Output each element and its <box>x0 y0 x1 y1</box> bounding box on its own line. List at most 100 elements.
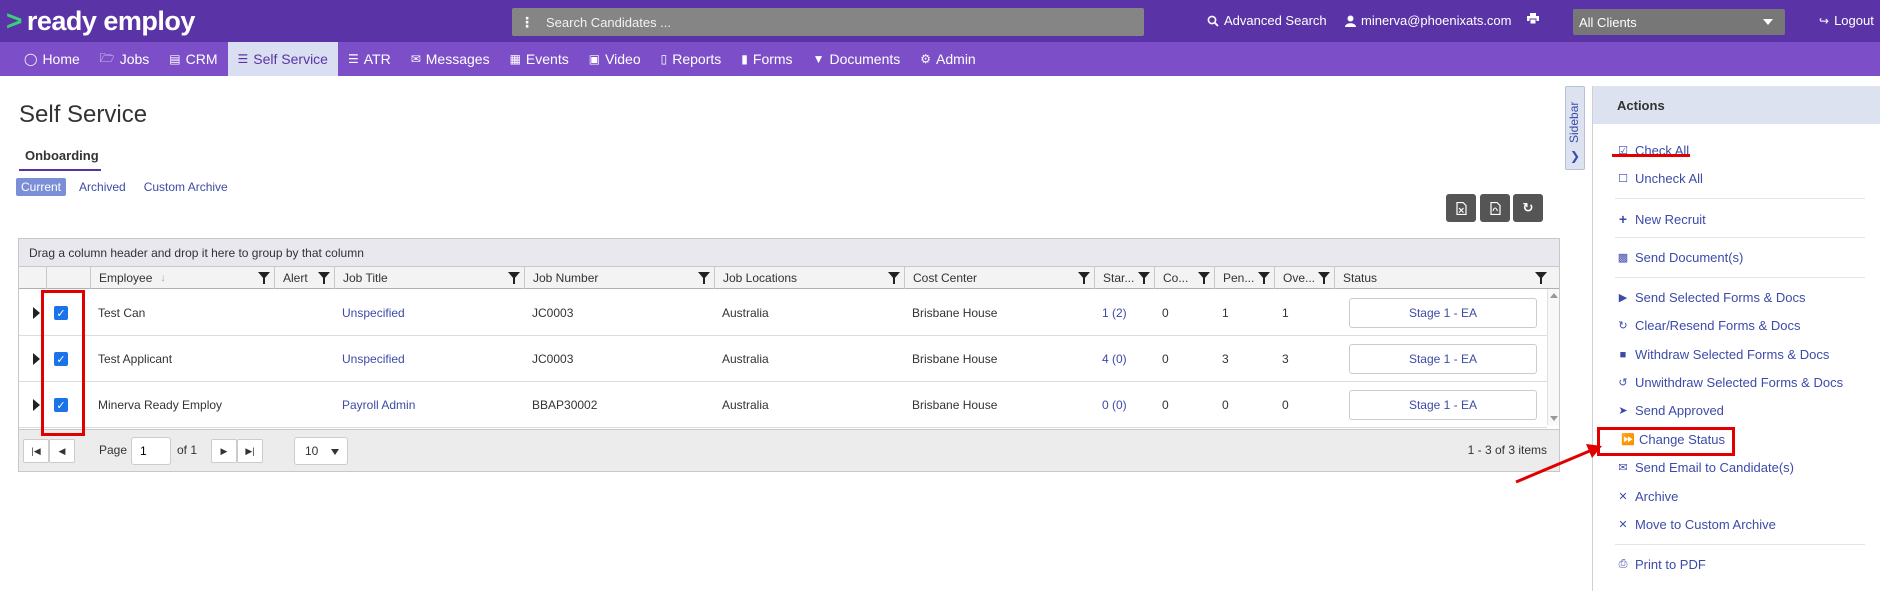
action-move-custom-archive[interactable]: ✕ Move to Custom Archive <box>1617 517 1776 532</box>
filter-icon[interactable] <box>1535 272 1547 284</box>
last-page-button[interactable]: ▶| <box>237 439 263 463</box>
header-job-locations[interactable]: Job Locations <box>714 267 904 289</box>
cell-job-number: JC0003 <box>532 306 574 320</box>
action-send-selected-forms[interactable]: ▶ Send Selected Forms & Docs <box>1617 290 1806 305</box>
nav-label: ATR <box>363 51 391 67</box>
filter-icon[interactable] <box>1318 272 1330 284</box>
filter-icon[interactable] <box>698 272 710 284</box>
header-job-title[interactable]: Job Title <box>334 267 524 289</box>
cell-started[interactable]: 1 (2) <box>1094 290 1127 336</box>
filter-icon[interactable] <box>888 272 900 284</box>
action-withdraw-selected[interactable]: ■ Withdraw Selected Forms & Docs <box>1617 347 1830 362</box>
report-icon: ▯ <box>660 52 668 66</box>
action-print-pdf[interactable]: ⎙ Print to PDF <box>1617 557 1706 572</box>
header-alert[interactable]: Alert <box>274 267 334 289</box>
header-label: Job Locations <box>723 271 798 285</box>
refresh-button[interactable]: ↻ <box>1513 194 1543 222</box>
action-send-email[interactable]: ✉ Send Email to Candidate(s) <box>1617 460 1794 475</box>
divider <box>1615 237 1865 238</box>
subtab-current[interactable]: Current <box>16 178 67 196</box>
user-menu[interactable]: minerva@phoenixats.com <box>1345 13 1511 28</box>
nav-jobs[interactable]: 🗁 Jobs <box>90 42 159 76</box>
cell-job-title[interactable]: Unspecified <box>334 290 405 336</box>
nav-home[interactable]: ◯ Home <box>14 42 90 76</box>
filter-icon[interactable] <box>1138 272 1150 284</box>
subtab-custom-archive[interactable]: Custom Archive <box>139 178 233 196</box>
cell-started[interactable]: 4 (0) <box>1094 336 1127 382</box>
nav-crm[interactable]: ▤ CRM <box>159 42 227 76</box>
subtab-archived[interactable]: Archived <box>74 178 131 196</box>
sidebar-toggle[interactable]: Sidebar ❯ <box>1565 86 1585 170</box>
header-label: Status <box>1343 271 1378 285</box>
action-new-recruit[interactable]: + New Recruit <box>1617 211 1706 227</box>
status-button[interactable]: Stage 1 - EA <box>1349 298 1537 328</box>
scroll-up-icon[interactable] <box>1550 293 1558 298</box>
page-size-value: 10 <box>305 444 319 458</box>
table-row[interactable]: ✓ Test Applicant Unspecified JC0003 Aust… <box>19 336 1547 382</box>
cell-job-title[interactable]: Unspecified <box>334 336 405 382</box>
client-select[interactable]: All Clients <box>1573 9 1785 35</box>
scroll-down-icon[interactable] <box>1550 416 1558 421</box>
header-started[interactable]: Star... <box>1094 267 1154 289</box>
action-clear-resend[interactable]: ↻ Clear/Resend Forms & Docs <box>1617 318 1800 333</box>
action-send-approved[interactable]: ➤ Send Approved <box>1617 403 1724 418</box>
filter-icon[interactable] <box>508 272 520 284</box>
print-button[interactable] <box>1527 13 1539 24</box>
header-status[interactable]: Status <box>1334 267 1559 289</box>
header-completed[interactable]: Co... <box>1154 267 1214 289</box>
nav-messages[interactable]: ✉ Messages <box>401 42 500 76</box>
cell-job-title[interactable]: Payroll Admin <box>334 382 415 428</box>
group-drop-zone[interactable]: Drag a column header and drop it here to… <box>19 239 1559 267</box>
export-excel-button[interactable] <box>1446 194 1476 222</box>
grid-scrollbar[interactable] <box>1547 289 1559 425</box>
table-row[interactable]: ✓ Test Can Unspecified JC0003 Australia … <box>19 290 1547 336</box>
action-uncheck-all[interactable]: ☐ Uncheck All <box>1617 171 1703 186</box>
header-label: Employee <box>99 271 153 285</box>
divider <box>1615 544 1865 545</box>
table-row[interactable]: ✓ Minerva Ready Employ Payroll Admin BBA… <box>19 382 1547 428</box>
nav-atr[interactable]: ☰ ATR <box>338 42 401 76</box>
expand-row-icon[interactable] <box>33 399 40 411</box>
nav-forms[interactable]: ▮ Forms <box>731 42 802 76</box>
filter-icon[interactable] <box>1258 272 1270 284</box>
status-button[interactable]: Stage 1 - EA <box>1349 344 1537 374</box>
filter-icon[interactable] <box>1078 272 1090 284</box>
action-archive[interactable]: ✕ Archive <box>1617 489 1678 504</box>
app-logo[interactable]: > ready employ <box>6 4 195 38</box>
cell-started[interactable]: 0 (0) <box>1094 382 1127 428</box>
first-page-button[interactable]: |◀ <box>23 439 49 463</box>
expand-row-icon[interactable] <box>33 353 40 365</box>
nav-documents[interactable]: ▼ Documents <box>803 42 911 76</box>
search-options-icon[interactable]: ⋮ <box>512 8 542 36</box>
prev-page-button[interactable]: ◀ <box>49 439 75 463</box>
nav-self-service[interactable]: ☰ Self Service <box>227 42 338 76</box>
cell-overdue: 0 <box>1282 398 1289 412</box>
nav-admin[interactable]: ⚙ Admin <box>910 42 985 76</box>
search-icon <box>1207 15 1219 27</box>
page-number-input[interactable] <box>131 437 171 465</box>
send-doc-icon: ▩ <box>1617 252 1629 264</box>
nav-video[interactable]: ▣ Video <box>579 42 651 76</box>
header-pending[interactable]: Pen... <box>1214 267 1274 289</box>
page-size-select[interactable]: 10 <box>294 437 348 465</box>
tab-onboarding[interactable]: Onboarding <box>19 145 101 171</box>
logout-link[interactable]: ↪ Logout <box>1819 13 1874 28</box>
header-cost-center[interactable]: Cost Center <box>904 267 1094 289</box>
status-button[interactable]: Stage 1 - EA <box>1349 390 1537 420</box>
next-page-button[interactable]: ▶ <box>211 439 237 463</box>
action-unwithdraw-selected[interactable]: ↺ Unwithdraw Selected Forms & Docs <box>1617 375 1843 390</box>
action-send-documents[interactable]: ▩ Send Document(s) <box>1617 250 1744 265</box>
header-employee[interactable]: Employee ↓ <box>90 267 274 289</box>
filter-icon[interactable] <box>318 272 330 284</box>
advanced-search-link[interactable]: Advanced Search <box>1207 13 1327 28</box>
header-overdue[interactable]: Ove... <box>1274 267 1334 289</box>
nav-events[interactable]: ▦ Events <box>500 42 579 76</box>
search-input[interactable] <box>542 8 1144 36</box>
nav-reports[interactable]: ▯ Reports <box>651 42 732 76</box>
filter-icon[interactable] <box>1198 272 1210 284</box>
filter-icon[interactable] <box>258 272 270 284</box>
header-job-number[interactable]: Job Number <box>524 267 714 289</box>
header-label: Pen... <box>1223 271 1255 285</box>
expand-row-icon[interactable] <box>33 307 40 319</box>
export-pdf-button[interactable] <box>1480 194 1510 222</box>
